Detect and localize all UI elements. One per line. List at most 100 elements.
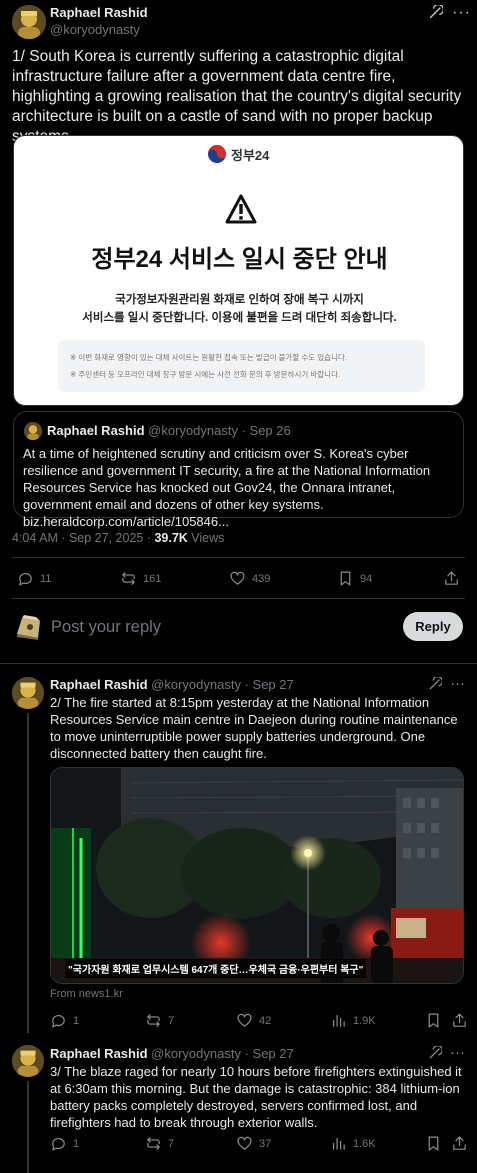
reply-header: Raphael Rashid @koryodynasty · Sep 27 (50, 1046, 294, 1061)
reply-count: 1 (73, 1014, 80, 1027)
reply-count: 1 (73, 1137, 80, 1150)
quote-author-avatar (24, 422, 42, 440)
bookmark-action[interactable] (425, 1012, 442, 1029)
author-handle[interactable]: @koryodynasty (151, 1046, 241, 1061)
notice-title: 정부24 서비스 일시 중단 안내 (91, 246, 388, 273)
user-avatar[interactable] (14, 612, 44, 642)
share-icon (453, 1136, 466, 1150)
gov24-logo: 정부24 (207, 144, 269, 164)
notice-notes-box: ※ 이번 화재로 영향이 있는 대체 사이트는 원활한 접속 또는 발급이 불가… (58, 340, 425, 392)
reply-action[interactable]: 11 (17, 570, 51, 587)
notice-body-line1: 국가정보자원관리원 화재로 인하여 장애 복구 시까지 (115, 294, 364, 306)
taegeuk-icon (208, 145, 226, 163)
more-options-icon[interactable]: ··· (452, 4, 471, 22)
author-avatar[interactable] (12, 5, 46, 39)
bookmark-icon (340, 571, 351, 586)
views-count: 1.9K (353, 1014, 376, 1027)
quote-date: · Sep 26 (241, 423, 291, 438)
quote-text: At a time of heightened scrutiny and cri… (23, 446, 431, 529)
photo-caption: "국가자원 화재로 업무시스템 647개 중단…우체국 금융·우편부터 복구" (65, 959, 367, 978)
quote-tweet[interactable]: Raphael Rashid @koryodynasty · Sep 26 At… (13, 411, 464, 529)
share-action[interactable] (451, 1012, 468, 1029)
heart-icon (230, 571, 245, 585)
author-name[interactable]: Raphael Rashid (50, 677, 148, 692)
divider (12, 557, 465, 558)
reply-text: 3/ The blaze raged for nearly 10 hours b… (50, 1064, 462, 1130)
author-avatar[interactable] (12, 677, 44, 709)
notice-body-line2: 서비스를 일시 중단합니다. 이용에 불편을 드려 대단히 죄송합니다. (82, 312, 397, 324)
bookmark-action[interactable]: 94 (337, 570, 372, 587)
views-count: 39.7K (154, 531, 188, 545)
like-action[interactable]: 42 (236, 1012, 271, 1029)
share-icon (453, 1013, 466, 1027)
repost-action[interactable]: 161 (120, 570, 161, 587)
views-count: 1.6K (353, 1137, 376, 1150)
quote-header: Raphael Rashid @koryodynasty · Sep 26 (47, 423, 291, 438)
author-avatar[interactable] (12, 1045, 44, 1077)
divider (0, 663, 477, 664)
repost-count: 7 (168, 1137, 175, 1150)
share-icon (445, 571, 458, 585)
reply-icon (52, 1137, 65, 1151)
fire-photo[interactable]: "국가자원 화재로 업무시스템 647개 중단…우체국 금융·우편부터 복구" (50, 767, 464, 984)
bookmark-icon (428, 1136, 439, 1151)
reply-header: Raphael Rashid @koryodynasty · Sep 27 (50, 677, 294, 692)
share-action[interactable] (443, 570, 460, 587)
reply-icon (52, 1014, 65, 1028)
analytics-icon (332, 1014, 345, 1027)
like-count: 42 (259, 1014, 272, 1027)
heart-icon (237, 1013, 252, 1027)
repost-icon (122, 572, 135, 585)
repost-icon (147, 1137, 160, 1150)
thread-line (27, 713, 29, 1033)
author-name[interactable]: Raphael Rashid (50, 1046, 148, 1061)
author-handle[interactable]: @koryodynasty (50, 22, 140, 37)
bookmark-icon (428, 1013, 439, 1028)
author-name[interactable]: Raphael Rashid (50, 5, 148, 20)
reply-icon (19, 572, 32, 586)
reply-input[interactable]: Post your reply (51, 618, 161, 637)
reply-button[interactable]: Reply (403, 612, 463, 641)
more-options-icon[interactable]: ··· (450, 1044, 465, 1061)
reply-date[interactable]: · Sep 27 (245, 1046, 294, 1061)
image-source[interactable]: From news1.kr (50, 988, 123, 1000)
share-action[interactable] (451, 1135, 468, 1152)
author-handle[interactable]: @koryodynasty (151, 677, 241, 692)
repost-action[interactable]: 7 (145, 1135, 174, 1152)
bookmark-count: 94 (360, 572, 373, 585)
reply-action[interactable]: 1 (50, 1012, 79, 1029)
repost-count: 7 (168, 1014, 175, 1027)
views-label: Views (187, 531, 225, 545)
quote-author-name: Raphael Rashid (47, 423, 145, 438)
logo-text: 정부24 (231, 147, 270, 163)
tweet-timestamp[interactable]: 4:04 AM · Sep 27, 2025 · (12, 531, 154, 545)
views-action[interactable]: 1.6K (330, 1135, 376, 1152)
notice-note-1: ※ 이번 화재로 영향이 있는 대체 사이트는 원활한 접속 또는 발급이 불가… (70, 353, 347, 362)
tweet-meta: 4:04 AM · Sep 27, 2025 · 39.7K Views (12, 531, 224, 545)
bookmark-action[interactable] (425, 1135, 442, 1152)
thread-line (27, 1081, 29, 1173)
grok-icon[interactable] (428, 3, 445, 25)
tweet-text: 1/ South Korea is currently suffering a … (12, 48, 462, 145)
more-options-icon[interactable]: ··· (450, 675, 465, 692)
heart-icon (237, 1136, 252, 1150)
divider (12, 598, 465, 599)
analytics-icon (332, 1137, 345, 1150)
like-action[interactable]: 37 (236, 1135, 271, 1152)
quote-author-handle: @koryodynasty (148, 423, 238, 438)
repost-icon (147, 1014, 160, 1027)
repost-action[interactable]: 7 (145, 1012, 174, 1029)
like-action[interactable]: 439 (229, 570, 270, 587)
repost-count: 161 (143, 572, 162, 585)
warning-icon (224, 193, 258, 230)
reply-text: 2/ The fire started at 8:15pm yesterday … (50, 695, 458, 761)
views-action[interactable]: 1.9K (330, 1012, 376, 1029)
photo-scene (51, 768, 463, 983)
reply-date[interactable]: · Sep 27 (245, 677, 294, 692)
like-count: 37 (259, 1137, 272, 1150)
notice-note-2: ※ 주민센터 등 오프라인 대체 창구 방문 시에는 사전 전화 문의 후 방문… (70, 370, 341, 379)
reply-action[interactable]: 1 (50, 1135, 79, 1152)
like-count: 439 (252, 572, 271, 585)
reply-count: 11 (40, 572, 52, 585)
notice-image[interactable]: 정부24 정부24 서비스 일시 중단 안내 국가정보자원관리원 화재로 인하여… (13, 135, 464, 406)
